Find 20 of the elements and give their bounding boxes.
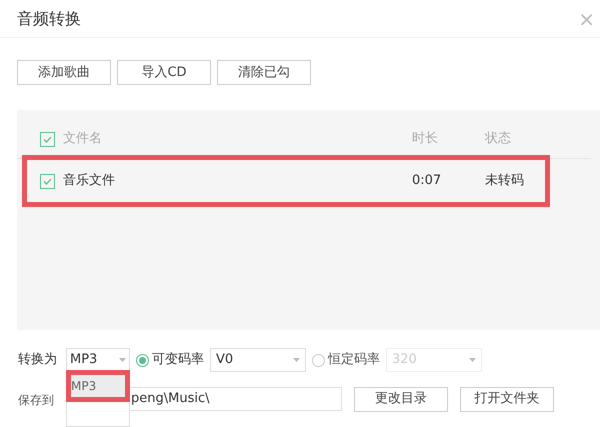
path-field[interactable]: peng\Music\: [128, 387, 342, 411]
status-cell-text: 未转码: [485, 172, 525, 190]
bitrate-select[interactable]: V0: [210, 348, 306, 372]
format-select[interactable]: MP3: [66, 348, 130, 372]
window-title: 音频转换: [17, 8, 81, 30]
folder-button[interactable]: 打开文件夹: [460, 386, 554, 412]
file-name: 音乐文件: [63, 172, 116, 190]
checkbox[interactable]: [40, 174, 55, 188]
caret-icon: [119, 358, 126, 362]
caret-icon: [293, 358, 300, 362]
field-label: 保存到: [18, 393, 54, 407]
duration-cell-text: 0:07: [412, 172, 442, 190]
toolbar-button[interactable]: 添加歌曲: [17, 60, 111, 85]
toolbar-button[interactable]: 清除已勾: [217, 60, 311, 85]
toolbar-button[interactable]: 导入CD: [117, 60, 211, 85]
field-label: 转换为: [18, 351, 58, 370]
caret-icon: [469, 358, 476, 362]
checkbox[interactable]: [40, 132, 55, 146]
folder-button[interactable]: 更改目录: [354, 386, 448, 412]
radio-option[interactable]: 可变码率: [136, 350, 204, 370]
